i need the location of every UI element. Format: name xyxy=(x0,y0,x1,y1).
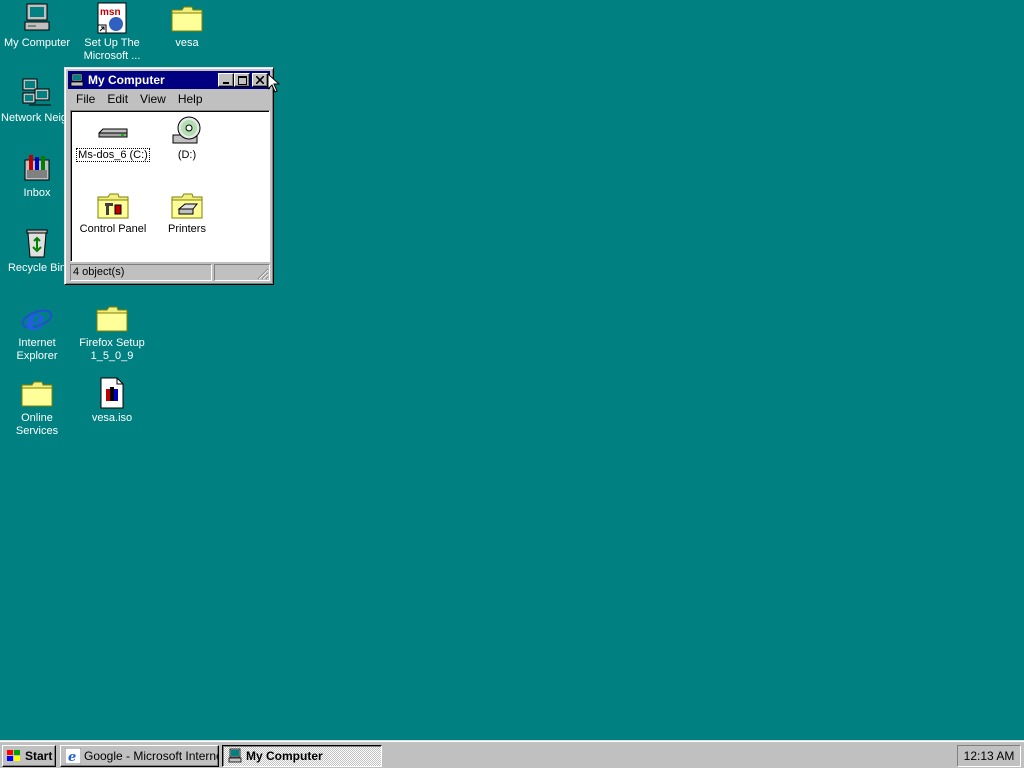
system-tray: 12:13 AM xyxy=(957,745,1021,767)
desktop-icon-recycle-bin[interactable]: Recycle Bin xyxy=(1,227,73,275)
desktop-icon-vesa-folder[interactable]: vesa xyxy=(151,2,223,50)
drive-c-label: Ms-dos_6 (C:) xyxy=(76,148,150,162)
printers-folder-icon xyxy=(171,189,203,221)
desktop-icon-label: Internet Explorer xyxy=(16,337,58,362)
status-text: 4 object(s) xyxy=(70,264,212,281)
menu-help[interactable]: Help xyxy=(172,92,209,106)
task-label: My Computer xyxy=(246,749,323,763)
svg-text:e: e xyxy=(26,303,45,334)
start-label: Start xyxy=(25,749,53,763)
folder-icon xyxy=(96,302,128,334)
msn-setup-icon: msn xyxy=(96,2,128,34)
drive-d-item[interactable]: (D:) xyxy=(149,115,225,161)
menu-view[interactable]: View xyxy=(134,92,172,106)
desktop-icon-label: Network Neighborhood xyxy=(1,112,73,124)
menu-file[interactable]: File xyxy=(70,92,101,106)
desktop-icon-label: vesa xyxy=(175,37,199,49)
desktop-icon-internet-explorer[interactable]: e Internet Explorer xyxy=(1,302,73,363)
menu-edit[interactable]: Edit xyxy=(101,92,134,106)
control-panel-item[interactable]: Control Panel xyxy=(75,189,151,235)
control-panel-label: Control Panel xyxy=(79,223,147,235)
desktop-icon-label: Firefox Setup 1_5_0_9 xyxy=(79,337,145,362)
svg-text:e: e xyxy=(68,750,76,764)
taskbar: Start e Google - Microsoft Internet... M… xyxy=(0,740,1024,768)
ie-icon: e xyxy=(64,747,82,765)
close-button[interactable] xyxy=(252,73,268,87)
maximize-icon xyxy=(237,75,247,85)
desktop-icon-msn-setup[interactable]: msn Set Up The Microsoft ... xyxy=(76,2,148,63)
my-computer-icon xyxy=(227,748,243,764)
hard-drive-icon xyxy=(97,115,129,147)
minimize-icon xyxy=(223,82,229,84)
task-button-my-computer[interactable]: My Computer xyxy=(222,745,382,767)
start-button[interactable]: Start xyxy=(2,745,56,767)
iso-file-icon xyxy=(96,377,128,409)
title-bar[interactable]: My Computer xyxy=(68,71,270,89)
minimize-button[interactable] xyxy=(218,73,234,87)
task-button-internet-explorer[interactable]: e Google - Microsoft Internet... xyxy=(60,745,219,767)
ie-icon: e xyxy=(21,302,53,338)
desktop-icon-label: Online Services xyxy=(15,412,59,437)
drive-d-label: (D:) xyxy=(177,149,197,161)
desktop-icon-inbox[interactable]: Inbox xyxy=(1,152,73,200)
task-label: Google - Microsoft Internet... xyxy=(84,749,218,763)
folder-icon xyxy=(171,2,203,34)
printers-label: Printers xyxy=(168,223,206,235)
maximize-button[interactable] xyxy=(234,73,250,87)
window-title: My Computer xyxy=(88,73,165,87)
desktop-icon-label: Recycle Bin xyxy=(7,262,67,274)
desktop-icon-vesa-iso[interactable]: vesa.iso xyxy=(76,377,148,425)
windows-logo-icon xyxy=(7,750,20,761)
recycle-bin-icon xyxy=(21,227,53,259)
svg-text:msn: msn xyxy=(100,7,121,18)
clock[interactable]: 12:13 AM xyxy=(964,749,1015,763)
close-icon xyxy=(256,76,264,84)
window-content: Ms-dos_6 (C:) (D:) Control Panel Printer… xyxy=(70,110,270,262)
my-computer-icon xyxy=(70,73,84,87)
my-computer-icon xyxy=(21,2,53,34)
resize-grip-icon[interactable] xyxy=(257,268,269,280)
network-icon xyxy=(21,77,53,109)
desktop-icon-my-computer[interactable]: My Computer xyxy=(1,2,73,50)
desktop-icon-online-services[interactable]: Online Services xyxy=(1,377,73,438)
control-panel-folder-icon xyxy=(97,189,129,221)
cd-drive-icon xyxy=(171,115,203,147)
status-bar: 4 object(s) xyxy=(70,264,270,281)
desktop-icon-network-neighborhood[interactable]: Network Neighborhood xyxy=(1,77,73,125)
folder-icon xyxy=(21,377,53,409)
menu-bar: File Edit View Help xyxy=(68,89,270,108)
mouse-cursor-icon xyxy=(267,72,281,93)
status-resize-cell xyxy=(214,264,270,281)
my-computer-window[interactable]: My Computer File Edit View Help Ms-dos_6… xyxy=(64,67,274,285)
inbox-icon xyxy=(21,152,53,184)
desktop-icon-firefox-setup[interactable]: Firefox Setup 1_5_0_9 xyxy=(76,302,148,363)
desktop-icon-label: vesa.iso xyxy=(91,412,133,424)
desktop-icon-label: Inbox xyxy=(23,187,51,199)
printers-item[interactable]: Printers xyxy=(149,189,225,235)
desktop-icon-label: Set Up The Microsoft ... xyxy=(83,37,141,62)
desktop-icon-label: My Computer xyxy=(3,37,71,49)
drive-c-item[interactable]: Ms-dos_6 (C:) xyxy=(75,115,151,162)
